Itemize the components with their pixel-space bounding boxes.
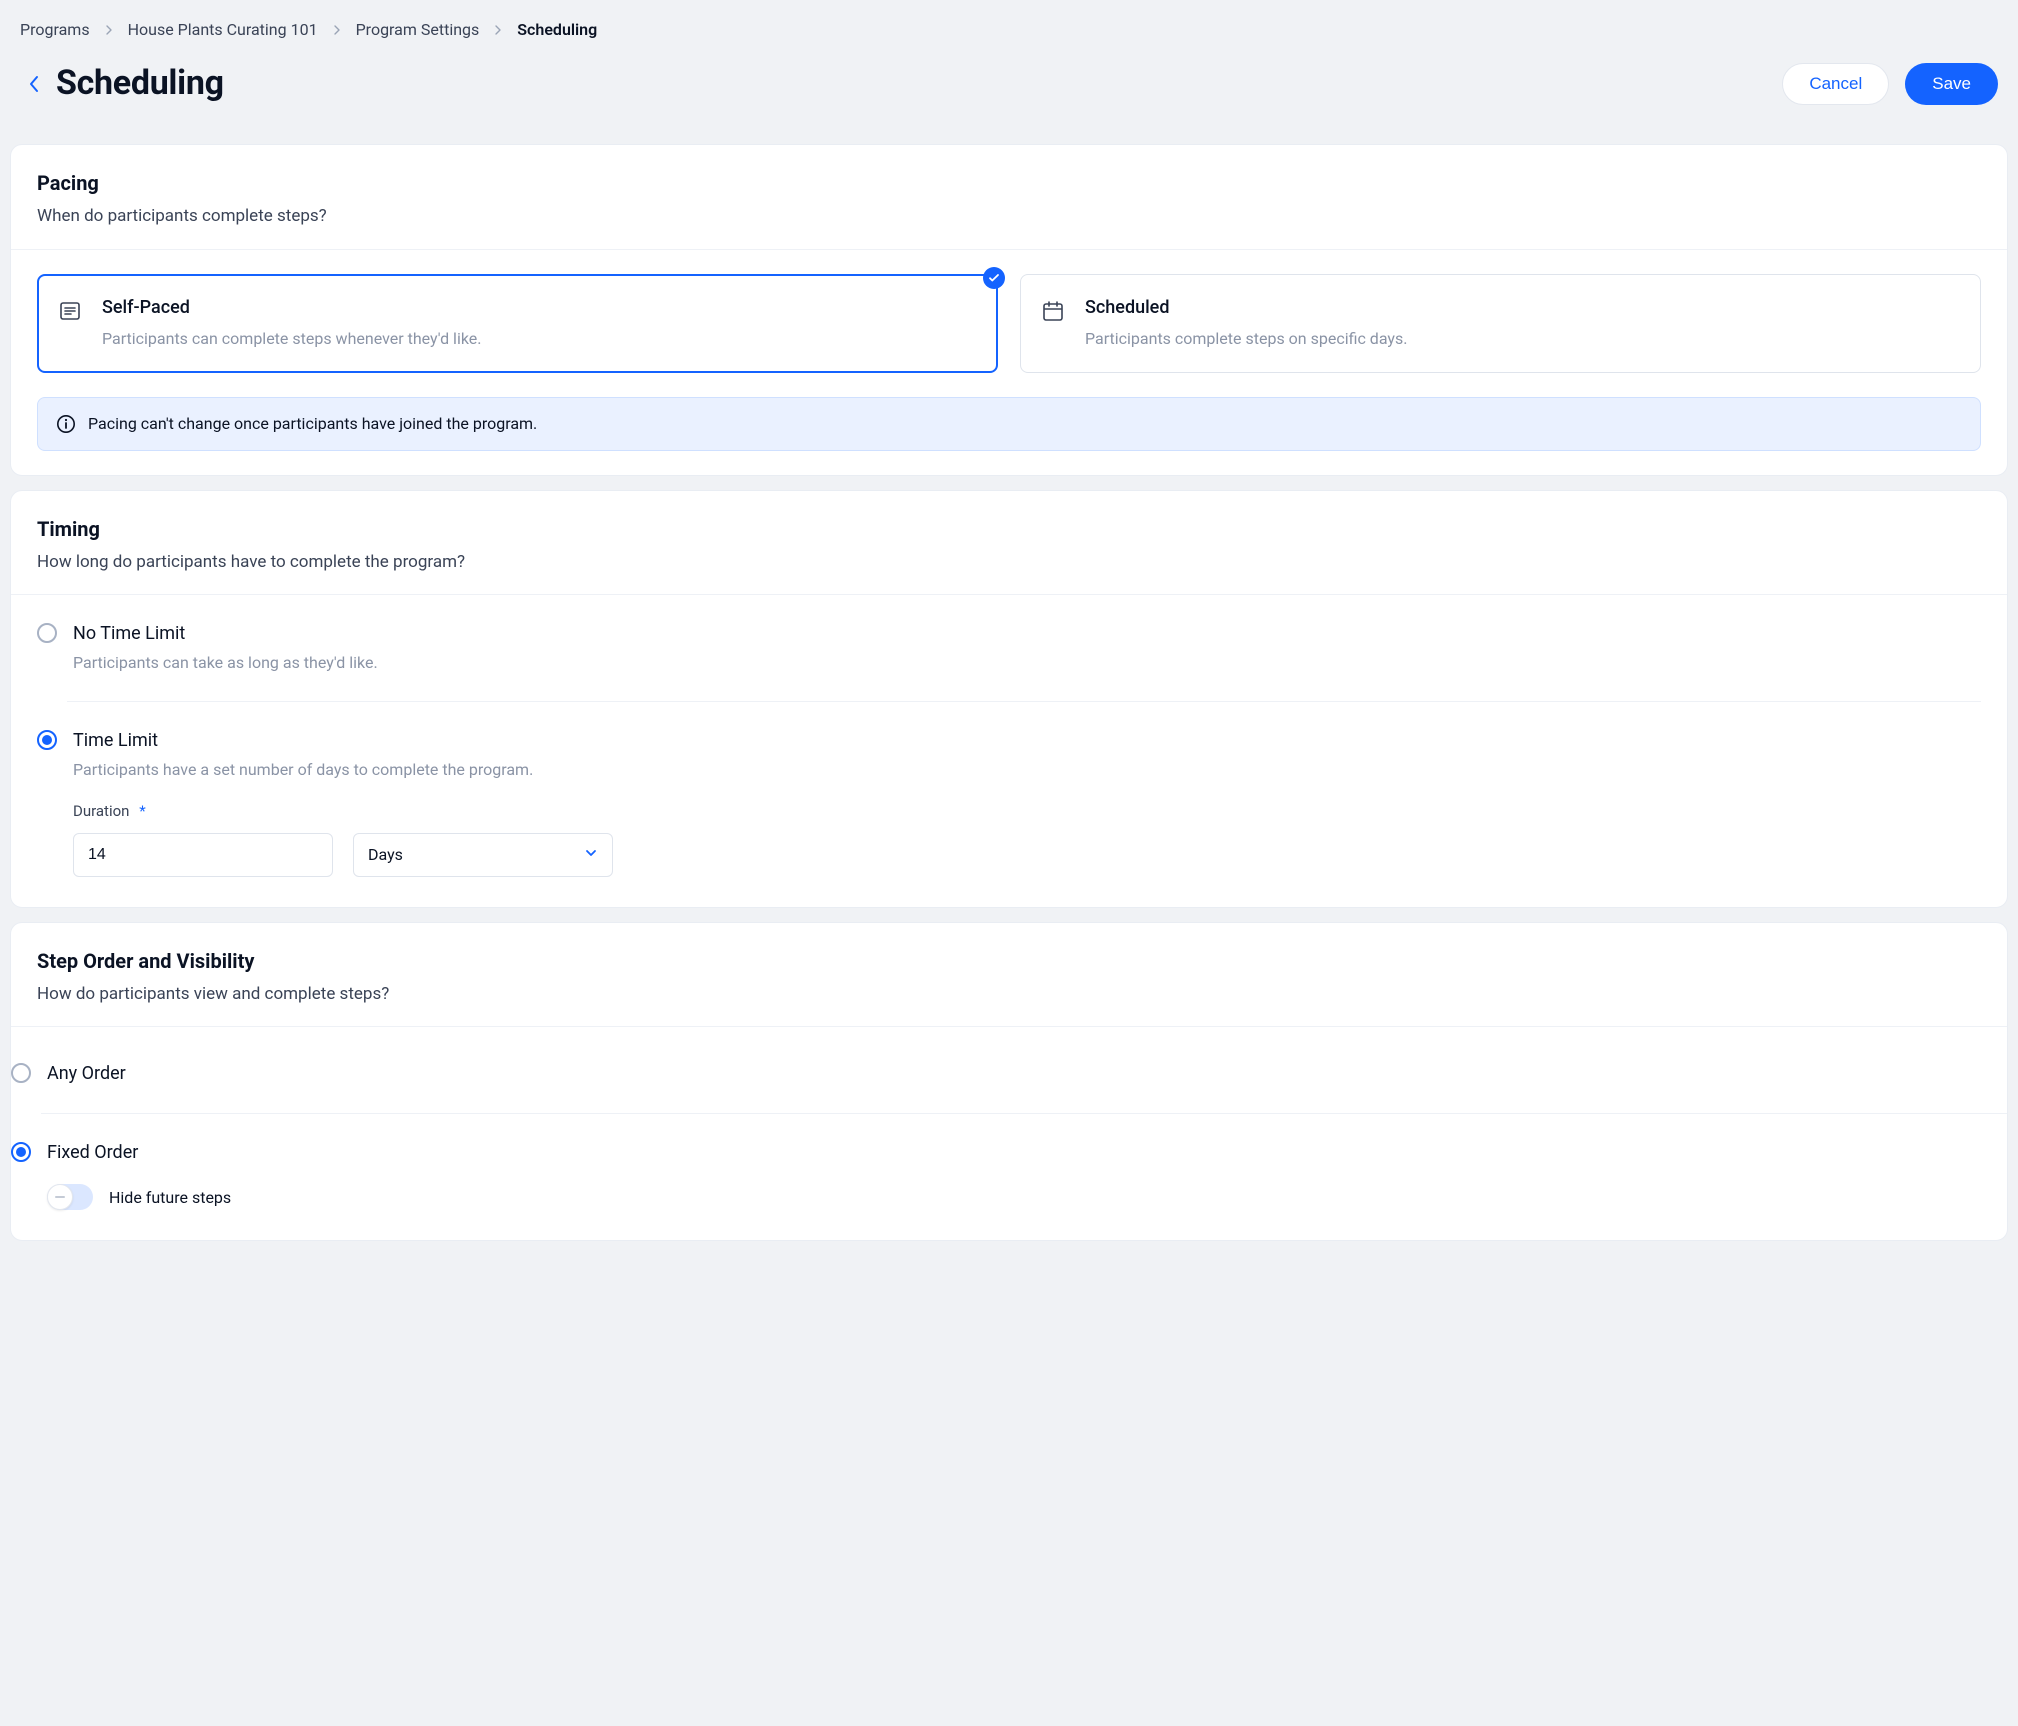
pacing-option-scheduled[interactable]: Scheduled Participants complete steps on… [1020, 274, 1981, 373]
hide-future-steps-toggle[interactable] [47, 1184, 93, 1210]
pacing-scheduled-title: Scheduled [1085, 295, 1958, 321]
calendar-icon [1041, 299, 1065, 323]
back-button[interactable] [20, 70, 48, 98]
timing-no-limit-title: No Time Limit [73, 621, 1981, 647]
step-order-radio-fixed[interactable] [11, 1142, 31, 1162]
pacing-subtitle: When do participants complete steps? [37, 204, 1981, 229]
list-icon [58, 299, 82, 323]
page-title: Scheduling [56, 59, 224, 108]
timing-card: Timing How long do participants have to … [10, 490, 2008, 908]
step-order-any-title: Any Order [47, 1061, 2007, 1087]
hide-future-steps-label: Hide future steps [109, 1186, 231, 1209]
timing-radio-no-limit[interactable] [37, 623, 57, 643]
toggle-knob [47, 1184, 73, 1210]
pacing-card: Pacing When do participants complete ste… [10, 144, 2008, 475]
timing-time-limit-desc: Participants have a set number of days t… [73, 758, 1981, 781]
pacing-scheduled-desc: Participants complete steps on specific … [1085, 327, 1958, 350]
step-order-title: Step Order and Visibility [37, 947, 1981, 976]
breadcrumb-current: Scheduling [517, 18, 597, 41]
step-order-radio-any[interactable] [11, 1063, 31, 1083]
step-order-subtitle: How do participants view and complete st… [37, 982, 1981, 1007]
timing-time-limit-title: Time Limit [73, 728, 1981, 754]
breadcrumb-program-settings[interactable]: Program Settings [356, 18, 480, 41]
chevron-left-icon [28, 75, 40, 93]
chevron-right-icon [332, 25, 342, 35]
check-circle-icon [983, 267, 1005, 289]
cancel-button[interactable]: Cancel [1782, 63, 1889, 105]
info-icon [56, 414, 76, 434]
timing-subtitle: How long do participants have to complet… [37, 550, 1981, 575]
duration-unit-value: Days [368, 843, 403, 866]
required-mark: * [139, 802, 145, 820]
pacing-title: Pacing [37, 169, 1981, 198]
pacing-self-paced-desc: Participants can complete steps whenever… [102, 327, 975, 350]
chevron-right-icon [493, 25, 503, 35]
breadcrumb-programs[interactable]: Programs [20, 18, 90, 41]
breadcrumb: Programs House Plants Curating 101 Progr… [10, 0, 2008, 51]
pacing-option-self-paced[interactable]: Self-Paced Participants can complete ste… [37, 274, 998, 373]
duration-label: Duration [73, 802, 129, 820]
chevron-right-icon [104, 25, 114, 35]
breadcrumb-program-name[interactable]: House Plants Curating 101 [128, 18, 318, 41]
chevron-down-icon [584, 843, 598, 866]
pacing-self-paced-title: Self-Paced [102, 295, 975, 321]
minus-icon [55, 1196, 65, 1198]
save-button[interactable]: Save [1905, 63, 1998, 105]
timing-radio-time-limit[interactable] [37, 730, 57, 750]
timing-no-limit-desc: Participants can take as long as they'd … [73, 651, 1981, 674]
step-order-fixed-title: Fixed Order [47, 1140, 2007, 1166]
timing-title: Timing [37, 515, 1981, 544]
step-order-card: Step Order and Visibility How do partici… [10, 922, 2008, 1242]
pacing-info-banner: Pacing can't change once participants ha… [37, 397, 1981, 450]
duration-unit-select[interactable]: Days [353, 833, 613, 877]
duration-input[interactable] [73, 833, 333, 877]
pacing-info-text: Pacing can't change once participants ha… [88, 412, 537, 435]
